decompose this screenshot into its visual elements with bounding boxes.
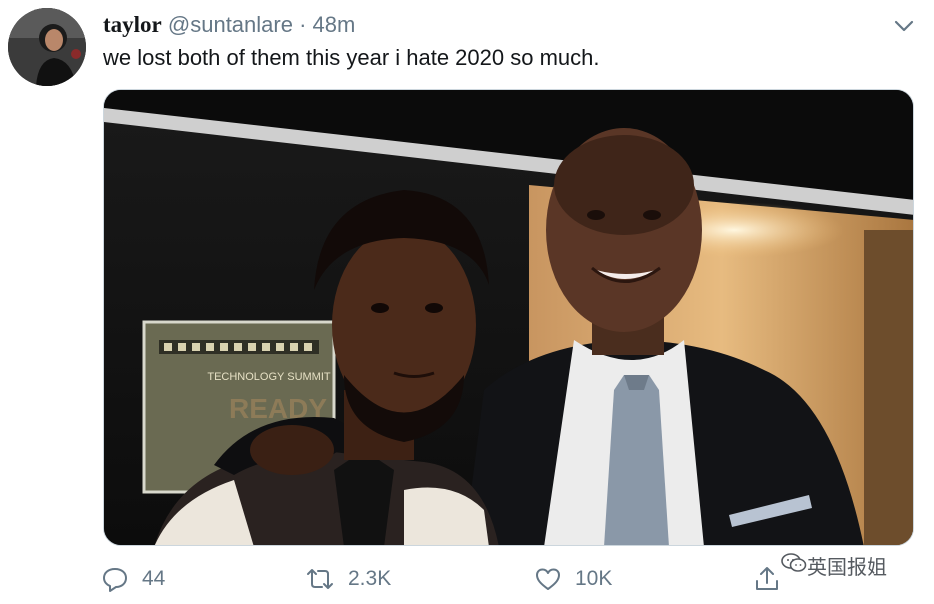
separator: ·: [299, 12, 307, 37]
tweet-text: we lost both of them this year i hate 20…: [103, 45, 600, 70]
poster-title: TECHNOLOGY SUMMIT: [207, 371, 331, 383]
tweet-actions: 44 2.3K 10K: [100, 562, 830, 596]
watermark-text: 英国报姐: [807, 554, 887, 579]
tweet-header: taylor @suntanlare · 48m: [103, 12, 355, 38]
photo-image: TECHNOLOGY SUMMIT READY: [104, 90, 913, 545]
tweet: taylor @suntanlare · 48m we lost both of…: [0, 0, 934, 604]
reply-count: 44: [142, 567, 166, 590]
like-count: 10K: [575, 567, 613, 590]
share-button[interactable]: [752, 562, 782, 596]
display-name[interactable]: taylor: [103, 12, 162, 37]
share-icon: [752, 564, 782, 594]
chevron-down-icon[interactable]: [890, 12, 918, 40]
wechat-logo-icon: [781, 552, 807, 579]
user-handle[interactable]: @suntanlare: [168, 12, 293, 37]
watermark: 英国报姐: [781, 551, 887, 579]
avatar[interactable]: [8, 8, 86, 86]
tweet-photo[interactable]: TECHNOLOGY SUMMIT READY: [103, 89, 914, 546]
retweet-count: 2.3K: [348, 567, 392, 590]
heart-icon: [533, 564, 563, 594]
retweet-button[interactable]: 2.3K: [304, 562, 391, 596]
retweet-icon: [304, 564, 336, 594]
like-button[interactable]: 10K: [533, 562, 612, 596]
reply-icon: [100, 564, 130, 594]
timestamp[interactable]: 48m: [313, 12, 356, 37]
reply-button[interactable]: 44: [100, 562, 165, 596]
avatar-image: [8, 8, 86, 86]
